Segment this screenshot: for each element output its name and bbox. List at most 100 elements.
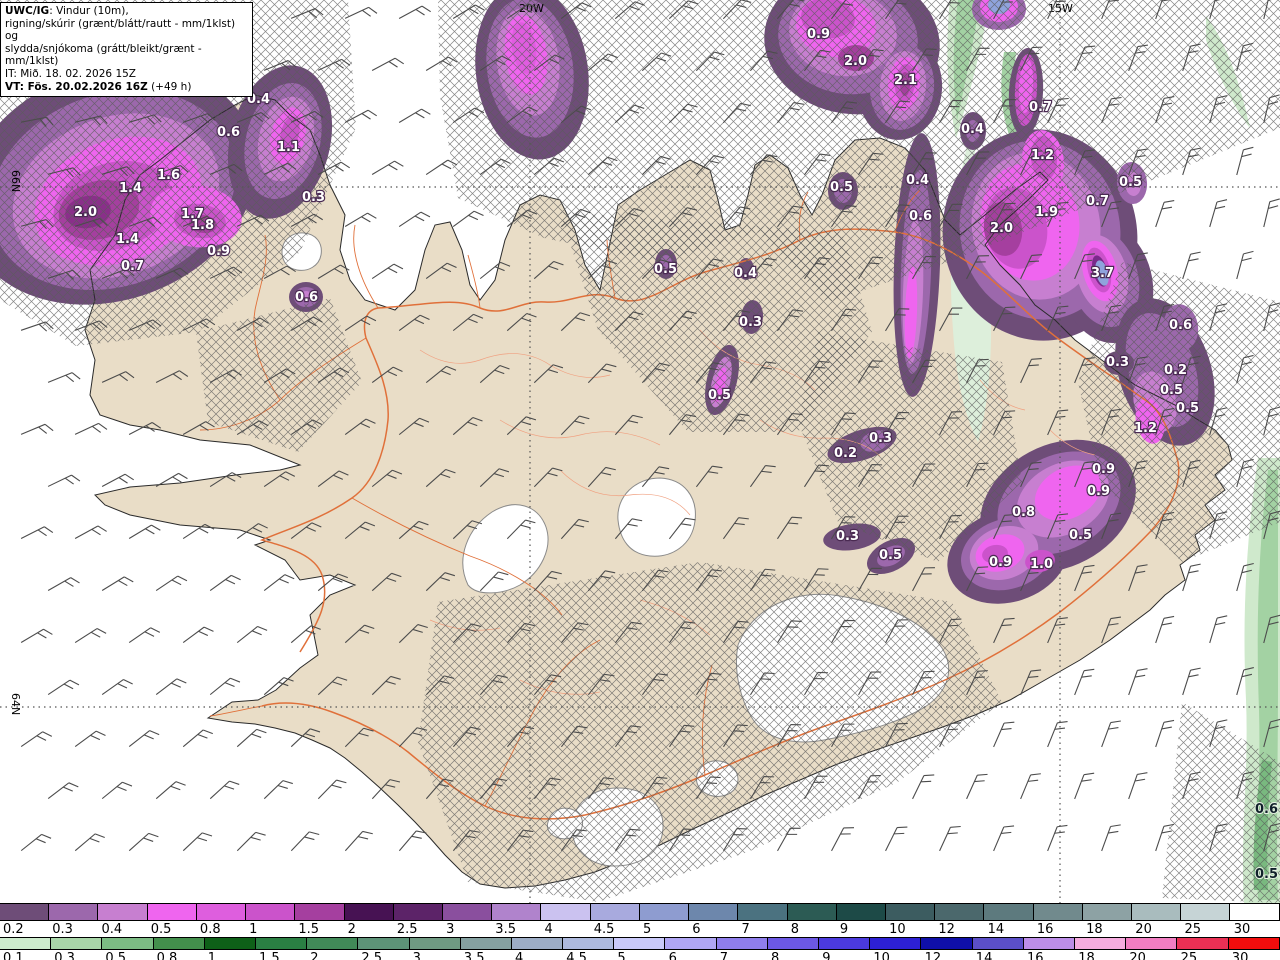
- precip-value-label: 0.4: [906, 173, 929, 188]
- legend-tick-label: 16: [1036, 922, 1054, 937]
- legend-tick-label: 14: [987, 922, 1005, 937]
- precip-value-label: 0.3: [836, 529, 859, 544]
- legend-tick-label: 8: [771, 951, 780, 960]
- legend-tick-label: 10: [873, 951, 890, 960]
- legend-segment: [836, 904, 886, 920]
- legend-segment: [787, 904, 837, 920]
- legend-rain-colorbar: [0, 904, 1280, 921]
- graticule-label: 15W: [1048, 2, 1073, 15]
- precip-value-label: 3.7: [1091, 266, 1114, 281]
- legend-tick-label: 6: [668, 951, 677, 960]
- legend-segment: [204, 938, 256, 949]
- precip-value-label-dark: 0.6: [1255, 802, 1278, 817]
- legend-tick-label: 9: [839, 922, 849, 937]
- legend-tick-label: 10: [889, 922, 906, 937]
- legend-snow-colorbar: [0, 938, 1280, 950]
- legend-segment: [344, 904, 394, 920]
- legend-tick-label: 16: [1027, 951, 1044, 960]
- legend-segment: [511, 938, 564, 949]
- legend-segment: [51, 938, 103, 949]
- legend-tick-label: 4.5: [566, 951, 587, 960]
- legend-tick-label: 25: [1184, 922, 1202, 937]
- legend-tick-label: 20: [1135, 922, 1152, 937]
- legend-segment: [819, 938, 871, 949]
- graticule-label: 64N: [9, 693, 22, 715]
- legend-segment: [1023, 938, 1075, 949]
- precip-value-label: 0.5: [830, 180, 853, 195]
- legend-tick-label: 25: [1180, 951, 1198, 960]
- legend-tick-label: 0.8: [156, 951, 178, 960]
- legend-tick-label: 12: [938, 922, 955, 937]
- legend-tick-label: 4: [544, 922, 553, 937]
- legend-segment: [639, 904, 690, 920]
- legend-segment: [147, 904, 197, 920]
- legend-tick-label: 2.5: [396, 922, 418, 937]
- legend-segment: [49, 904, 99, 920]
- precip-value-label: 0.9: [807, 27, 830, 42]
- legend-tick-label: 1.5: [298, 922, 320, 937]
- legend-segment: [307, 938, 359, 949]
- legend-tick-label: 5: [617, 951, 626, 960]
- legend-tick-label: 0.1: [3, 951, 24, 960]
- legend-tick-label: 7: [741, 922, 750, 937]
- legend-tick-label: 2: [347, 922, 356, 937]
- legend-tick-label: 3: [446, 922, 455, 937]
- legend-segment: [563, 938, 615, 949]
- legend-tick-label: 12: [924, 951, 942, 960]
- legend-segment: [358, 938, 410, 949]
- precip-value-label: 1.6: [157, 168, 180, 183]
- precip-value-label: 0.5: [1176, 401, 1199, 416]
- precip-value-label: 2.0: [990, 221, 1013, 236]
- legend-segment: [1228, 938, 1280, 949]
- legend-segment: [153, 938, 205, 949]
- legend-segment: [1033, 904, 1083, 920]
- precip-value-label: 0.6: [909, 209, 932, 224]
- legend-tick-label: 0.5: [150, 922, 172, 937]
- legend-tick-label: 30: [1231, 951, 1249, 960]
- legend-segment: [393, 904, 443, 920]
- precip-value-label: 2.0: [74, 205, 97, 220]
- legend-segment: [98, 904, 148, 920]
- legend-tick-label: 14: [975, 951, 993, 960]
- precip-value-label: 0.4: [961, 122, 984, 137]
- glacier: [617, 477, 696, 557]
- legend-segment: [492, 904, 542, 920]
- weather-map-page: 20W 15W 66N 64N 0.4 0.6 1.1 0.3 1.6 1.4 2.0 1.7 1.8 1…: [0, 0, 1280, 960]
- legend-segment: [665, 938, 717, 949]
- legend-segment: [409, 938, 461, 949]
- legend-segment: [984, 904, 1034, 920]
- legend-segment: [590, 904, 640, 920]
- legend: 0.2 0.3 0.4 0.5 0.8 1 1.5 2 2.5 3 3.5 4 4.5 5 6 7 8 9 10 12…: [0, 903, 1280, 960]
- precip-value-label: 1.4: [119, 181, 142, 196]
- legend-tick-label: 3.5: [495, 922, 516, 937]
- precip-value-label: 0.7: [1029, 100, 1052, 115]
- legend-segment: [972, 938, 1024, 949]
- precip-value-label: 1.9: [1035, 205, 1058, 220]
- info-line-5-valid-time: VT: Fös. 20.02.2026 16Z (+49 h): [5, 80, 192, 93]
- legend-segment: [738, 904, 788, 920]
- legend-tick-label: 3: [412, 951, 421, 960]
- legend-tick-label: 20: [1129, 951, 1146, 960]
- legend-tick-label: 6: [692, 922, 701, 937]
- legend-segment: [767, 938, 819, 949]
- precip-value-label: 0.9: [1092, 462, 1115, 477]
- precip-value-label: 2.1: [894, 73, 917, 88]
- legend-tick-label: 9: [822, 951, 831, 960]
- legend-tick-label: 2.5: [361, 951, 383, 960]
- legend-tick-label: 1: [207, 951, 217, 960]
- precip-value-label: 0.6: [1169, 318, 1192, 333]
- legend-segment: [1181, 904, 1231, 920]
- legend-snow-tick-labels: 0.1 0.3 0.5 0.8 1 1.5 2 2.5 3 3.5 4 4.5 5 6 7 8 9 10 12 14 1…: [0, 950, 1280, 960]
- precip-value-label-dark: 0.5: [1255, 867, 1278, 882]
- legend-segment: [0, 938, 52, 949]
- precip-value-label: 1.4: [116, 232, 139, 247]
- legend-segment: [1082, 904, 1133, 920]
- legend-tick-label: 8: [790, 922, 799, 937]
- precip-value-label: 0.9: [207, 244, 230, 259]
- legend-segment: [885, 904, 936, 920]
- map-area: 20W 15W 66N 64N 0.4 0.6 1.1 0.3 1.6 1.4 2.0 1.7 1.8 1…: [0, 0, 1280, 903]
- precip-value-label: 0.3: [1106, 355, 1129, 370]
- precip-value-label: 0.6: [217, 125, 240, 140]
- legend-segment: [935, 904, 985, 920]
- legend-tick-label: 0.5: [105, 951, 127, 960]
